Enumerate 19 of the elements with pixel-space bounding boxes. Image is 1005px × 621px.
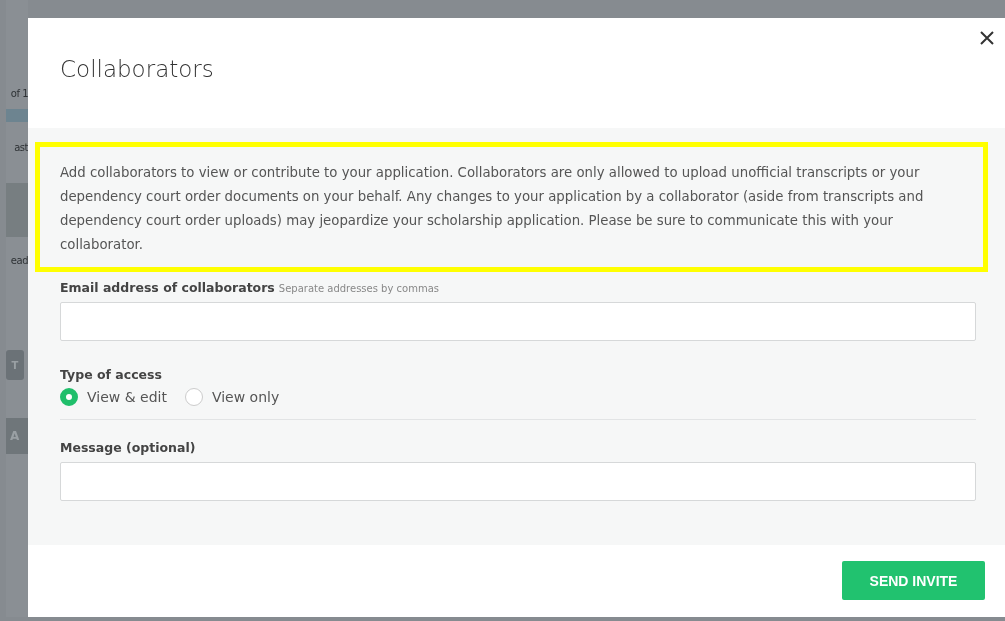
field-label: Email address of collaborators [60, 280, 275, 295]
field-hint: Separate addresses by commas [278, 283, 439, 294]
message-field[interactable] [60, 462, 976, 501]
field-label: Message (optional) [60, 440, 197, 455]
close-icon[interactable] [979, 30, 995, 46]
email-field[interactable] [60, 302, 976, 341]
page-text: ead [9, 255, 28, 266]
radio-button[interactable] [184, 388, 203, 406]
page-text: ast [13, 142, 28, 153]
page-banner [6, 109, 28, 122]
radio-option[interactable]: View & edit [60, 388, 167, 406]
field-label: Type of access [60, 367, 163, 382]
dialog-title: Collaborators [60, 56, 214, 82]
page-panel [6, 183, 28, 237]
radio-option[interactable]: View only [184, 388, 280, 406]
radio-button[interactable] [60, 388, 78, 406]
notice-text: Add collaborators to view or contribute to your application. Collaborators are only allowed to upload unofficial transcripts or your dependency court order documents on your behalf. Any changes to your application by a collaborator (aside from transcripts and dependency court order uploads) may jeopardize your scholarship application. Please be sure to communicate this with your collaborator. [35, 142, 988, 272]
page-text: of 1 [9, 88, 28, 99]
send-invite-button[interactable]: SEND INVITE [842, 561, 985, 600]
